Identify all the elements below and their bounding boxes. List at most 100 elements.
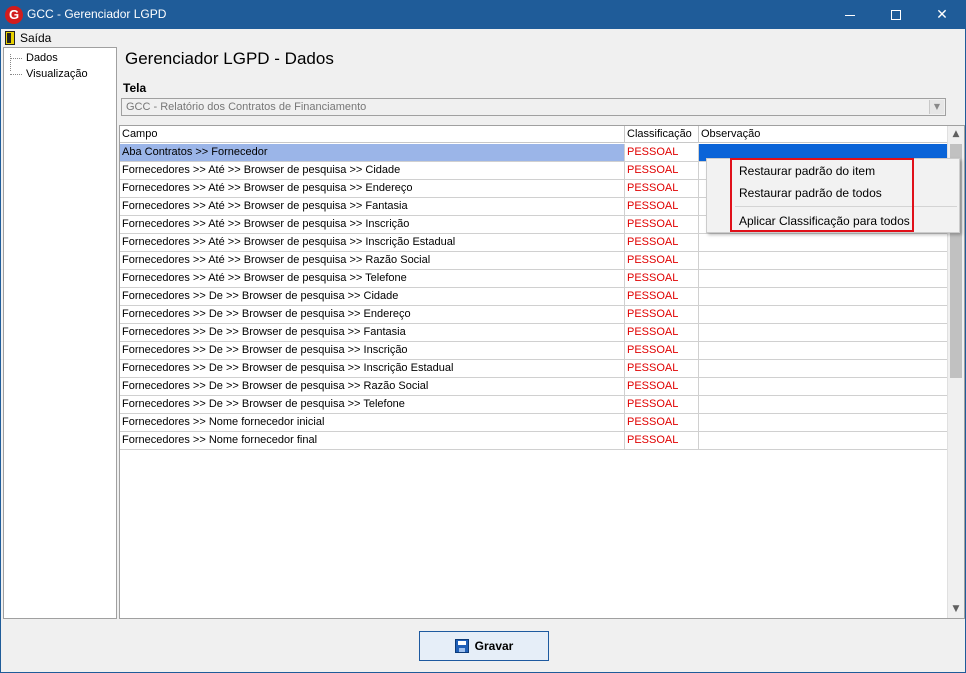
footer: Gravar	[1, 621, 965, 672]
cell-campo[interactable]: Fornecedores >> Até >> Browser de pesqui…	[120, 162, 625, 179]
table-row[interactable]: Fornecedores >> Até >> Browser de pesqui…	[120, 270, 948, 288]
tree-connector	[10, 73, 22, 75]
grid-header: Campo Classificação Observação	[120, 126, 948, 143]
exit-menu-item[interactable]: Saída	[5, 30, 51, 46]
window-title: GCC - Gerenciador LGPD	[27, 7, 167, 21]
table-row[interactable]: Fornecedores >> De >> Browser de pesquis…	[120, 288, 948, 306]
table-row[interactable]: Fornecedores >> Nome fornecedor final PES…	[120, 432, 948, 450]
save-button[interactable]: Gravar	[419, 631, 549, 661]
table-row[interactable]: Fornecedores >> De >> Browser de pesquis…	[120, 378, 948, 396]
cell-classificacao[interactable]: PESSOAL	[625, 396, 699, 413]
navigation-tree: Dados Visualização	[3, 47, 117, 619]
cell-campo[interactable]: Fornecedores >> Até >> Browser de pesqui…	[120, 216, 625, 233]
cell-classificacao[interactable]: PESSOAL	[625, 234, 699, 251]
cell-observacao[interactable]	[699, 288, 948, 305]
table-row[interactable]: Fornecedores >> De >> Browser de pesquis…	[120, 306, 948, 324]
cell-campo[interactable]: Fornecedores >> De >> Browser de pesquis…	[120, 342, 625, 359]
tree-item-visualizacao[interactable]: Visualização	[10, 68, 88, 80]
cell-classificacao[interactable]: PESSOAL	[625, 180, 699, 197]
cell-classificacao[interactable]: PESSOAL	[625, 198, 699, 215]
table-row[interactable]: Fornecedores >> Até >> Browser de pesqui…	[120, 252, 948, 270]
close-icon: ✕	[936, 7, 948, 23]
cell-campo[interactable]: Fornecedores >> De >> Browser de pesquis…	[120, 378, 625, 395]
cell-campo[interactable]: Aba Contratos >> Fornecedor	[120, 144, 625, 161]
page-title: Gerenciador LGPD - Dados	[125, 49, 334, 68]
scroll-down-icon[interactable]: ▼	[948, 601, 964, 618]
cell-classificacao[interactable]: PESSOAL	[625, 288, 699, 305]
cell-classificacao[interactable]: PESSOAL	[625, 342, 699, 359]
ctx-separator	[735, 206, 957, 207]
chevron-down-icon[interactable]: ▼	[929, 100, 944, 114]
tree-item-dados[interactable]: Dados	[10, 52, 58, 64]
minimize-icon	[845, 14, 855, 16]
cell-classificacao[interactable]: PESSOAL	[625, 252, 699, 269]
cell-classificacao[interactable]: PESSOAL	[625, 414, 699, 431]
cell-observacao[interactable]	[699, 378, 948, 395]
cell-observacao[interactable]	[699, 342, 948, 359]
cell-classificacao[interactable]: PESSOAL	[625, 378, 699, 395]
ctx-apply-classification-all[interactable]: Aplicar Classificação para todos	[739, 214, 910, 228]
save-button-label: Gravar	[474, 639, 514, 653]
cell-campo[interactable]: Fornecedores >> Até >> Browser de pesqui…	[120, 252, 625, 269]
table-row[interactable]: Fornecedores >> De >> Browser de pesquis…	[120, 324, 948, 342]
close-button[interactable]: ✕	[919, 1, 965, 29]
cell-classificacao[interactable]: PESSOAL	[625, 324, 699, 341]
save-disk-icon	[454, 639, 469, 653]
cell-classificacao[interactable]: PESSOAL	[625, 360, 699, 377]
table-row[interactable]: Fornecedores >> Até >> Browser de pesqui…	[120, 234, 948, 252]
cell-observacao[interactable]	[699, 432, 948, 449]
tela-select[interactable]: GCC - Relatório dos Contratos de Financi…	[121, 98, 946, 116]
exit-door-icon	[5, 31, 15, 45]
ctx-restore-all[interactable]: Restaurar padrão de todos	[739, 186, 882, 200]
cell-observacao[interactable]	[699, 360, 948, 377]
tela-select-value: GCC - Relatório dos Contratos de Financi…	[126, 101, 367, 113]
column-header-classificacao[interactable]: Classificação	[625, 126, 699, 143]
cell-classificacao[interactable]: PESSOAL	[625, 306, 699, 323]
cell-campo[interactable]: Fornecedores >> Nome fornecedor inicial	[120, 414, 625, 431]
table-row[interactable]: Fornecedores >> De >> Browser de pesquis…	[120, 360, 948, 378]
cell-campo[interactable]: Fornecedores >> De >> Browser de pesquis…	[120, 324, 625, 341]
cell-observacao[interactable]	[699, 234, 948, 251]
cell-observacao[interactable]	[699, 324, 948, 341]
cell-classificacao[interactable]: PESSOAL	[625, 432, 699, 449]
ctx-restore-item[interactable]: Restaurar padrão do item	[739, 164, 875, 178]
main-content: Gerenciador LGPD - Dados Tela GCC - Rela…	[119, 47, 965, 621]
maximize-button[interactable]	[873, 1, 919, 29]
cell-campo[interactable]: Fornecedores >> Até >> Browser de pesqui…	[120, 234, 625, 251]
cell-campo[interactable]: Fornecedores >> Até >> Browser de pesqui…	[120, 270, 625, 287]
column-header-campo[interactable]: Campo	[120, 126, 625, 143]
app-logo-icon: G	[5, 6, 23, 24]
app-window: G GCC - Gerenciador LGPD ✕ Saída Dados V…	[0, 0, 966, 673]
cell-campo[interactable]: Fornecedores >> Nome fornecedor final	[120, 432, 625, 449]
minimize-button[interactable]	[827, 1, 873, 29]
cell-campo[interactable]: Fornecedores >> Até >> Browser de pesqui…	[120, 180, 625, 197]
context-menu: Restaurar padrão do item Restaurar padrã…	[706, 158, 960, 233]
title-bar[interactable]: G GCC - Gerenciador LGPD ✕	[1, 1, 965, 29]
table-row[interactable]: Fornecedores >> De >> Browser de pesquis…	[120, 342, 948, 360]
tree-connector	[10, 57, 22, 59]
cell-observacao[interactable]	[699, 414, 948, 431]
cell-classificacao[interactable]: PESSOAL	[625, 270, 699, 287]
cell-campo[interactable]: Fornecedores >> De >> Browser de pesquis…	[120, 360, 625, 377]
cell-observacao[interactable]	[699, 270, 948, 287]
cell-campo[interactable]: Fornecedores >> Até >> Browser de pesqui…	[120, 198, 625, 215]
tree-item-label: Visualização	[26, 68, 88, 80]
table-row[interactable]: Fornecedores >> Nome fornecedor inicial P…	[120, 414, 948, 432]
cell-campo[interactable]: Fornecedores >> De >> Browser de pesquis…	[120, 288, 625, 305]
tree-item-label: Dados	[26, 52, 58, 64]
maximize-icon	[891, 10, 901, 20]
cell-classificacao[interactable]: PESSOAL	[625, 216, 699, 233]
cell-observacao[interactable]	[699, 396, 948, 413]
cell-classificacao[interactable]: PESSOAL	[625, 162, 699, 179]
cell-classificacao[interactable]: PESSOAL	[625, 144, 699, 161]
exit-menu-label: Saída	[20, 31, 52, 45]
cell-observacao[interactable]	[699, 306, 948, 323]
cell-observacao[interactable]	[699, 252, 948, 269]
cell-campo[interactable]: Fornecedores >> De >> Browser de pesquis…	[120, 306, 625, 323]
column-header-observacao[interactable]: Observação	[699, 126, 948, 143]
scroll-up-icon[interactable]: ▲	[948, 126, 964, 143]
table-row[interactable]: Fornecedores >> De >> Browser de pesquis…	[120, 396, 948, 414]
menu-bar: Saída	[1, 29, 965, 47]
tela-label: Tela	[123, 81, 147, 95]
cell-campo[interactable]: Fornecedores >> De >> Browser de pesquis…	[120, 396, 625, 413]
